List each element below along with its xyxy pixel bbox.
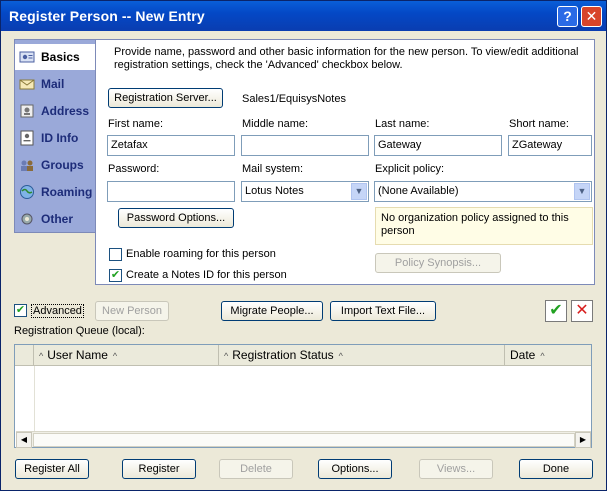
advanced-checkbox[interactable]: ✔ [14, 304, 27, 317]
accept-icon[interactable]: ✔ [545, 300, 567, 322]
instructions-text: Provide name, password and other basic i… [114, 46, 579, 71]
create-notes-id-checkbox[interactable]: ✔ [109, 269, 122, 282]
nav-label: Mail [41, 77, 65, 91]
column-header-blank [15, 345, 34, 365]
address-icon [19, 103, 35, 119]
nav-item-other[interactable]: Other [15, 206, 97, 232]
id-card-icon [19, 130, 35, 146]
user-name-header-label: User Name [47, 348, 108, 362]
nav-item-mail[interactable]: Mail [15, 71, 97, 97]
server-name: Sales1/EquisysNotes [242, 93, 346, 105]
column-header-registration-status[interactable]: ^ Registration Status ^ [220, 345, 505, 365]
sort-arrow-icon: ^ [39, 351, 44, 361]
nav-label: ID Info [41, 131, 79, 145]
last-name-label: Last name: [375, 118, 430, 130]
register-all-button[interactable]: Register All [15, 459, 89, 479]
nav-item-id-info[interactable]: ID Info [15, 125, 97, 151]
password-options-button[interactable]: Password Options... [118, 208, 234, 228]
chevron-down-icon[interactable]: ▼ [574, 183, 590, 200]
sort-arrow-icon: ^ [540, 351, 545, 361]
policy-note: No organization policy assigned to this … [375, 207, 593, 245]
sort-arrow-icon: ^ [224, 351, 229, 361]
mail-system-value: Lotus Notes [245, 185, 304, 197]
nav-item-groups[interactable]: Groups [15, 152, 97, 178]
nav-item-roaming[interactable]: Roaming [15, 179, 97, 205]
column-header-date[interactable]: Date ^ [506, 345, 591, 365]
table-header: ^ User Name ^ ^ Registration Status ^ Date ^ [15, 345, 591, 366]
registration-server-button[interactable]: Registration Server... [108, 88, 223, 108]
column-divider [34, 366, 35, 431]
create-notes-id-label: Create a Notes ID for this person [126, 269, 287, 281]
password-label: Password: [108, 163, 160, 175]
short-name-label: Short name: [509, 118, 569, 130]
short-name-field[interactable]: ZGateway [508, 135, 592, 156]
basics-panel: Provide name, password and other basic i… [95, 39, 595, 285]
globe-icon [19, 184, 35, 200]
register-person-window: Register Person -- New Entry ? ✕ Basics … [0, 0, 607, 491]
nav-label: Roaming [41, 185, 93, 199]
sort-arrow-icon: ^ [112, 351, 118, 361]
migrate-people-button[interactable]: Migrate People... [221, 301, 323, 321]
options-button[interactable]: Options... [318, 459, 392, 479]
title-bar[interactable]: Register Person -- New Entry ? ✕ [1, 1, 606, 31]
envelope-icon [19, 76, 35, 92]
person-card-icon [19, 49, 35, 65]
column-header-user-name[interactable]: ^ User Name ^ [35, 345, 219, 365]
first-name-field[interactable]: Zetafax [107, 135, 235, 156]
group-icon [19, 157, 35, 173]
nav-item-address[interactable]: Address [15, 98, 97, 124]
password-field[interactable] [107, 181, 235, 202]
horizontal-scrollbar[interactable]: ◀ ▶ [16, 431, 591, 448]
window-title: Register Person -- New Entry [9, 8, 205, 24]
nav-label: Groups [41, 158, 84, 172]
scroll-left-icon[interactable]: ◀ [16, 432, 32, 448]
category-nav: Basics Mail Address ID Info Groups Roami… [14, 39, 97, 233]
done-button[interactable]: Done [519, 459, 593, 479]
policy-synopsis-button[interactable]: Policy Synopsis... [375, 253, 501, 273]
new-person-button[interactable]: New Person [95, 301, 169, 321]
explicit-policy-value: (None Available) [378, 185, 459, 197]
mail-system-select[interactable]: Lotus Notes ▼ [241, 181, 369, 202]
nav-item-basics[interactable]: Basics [15, 44, 97, 70]
enable-roaming-checkbox[interactable] [109, 248, 122, 261]
registration-status-header-label: Registration Status [232, 348, 334, 362]
sort-arrow-icon: ^ [338, 351, 343, 361]
explicit-policy-select[interactable]: (None Available) ▼ [374, 181, 592, 202]
nav-label: Basics [41, 50, 80, 64]
middle-name-label: Middle name: [242, 118, 309, 130]
mail-system-label: Mail system: [242, 163, 304, 175]
registration-queue-table[interactable]: ^ User Name ^ ^ Registration Status ^ Date ^ … [14, 344, 592, 448]
views-button[interactable]: Views... [419, 459, 493, 479]
middle-name-field[interactable] [241, 135, 369, 156]
explicit-policy-label: Explicit policy: [375, 163, 445, 175]
help-button[interactable]: ? [557, 6, 578, 27]
register-button[interactable]: Register [122, 459, 196, 479]
nav-label: Address [41, 104, 90, 118]
registration-queue-label: Registration Queue (local): [14, 325, 145, 337]
enable-roaming-label: Enable roaming for this person [126, 248, 276, 260]
last-name-field[interactable]: Gateway [374, 135, 502, 156]
close-button[interactable]: ✕ [581, 6, 602, 27]
nav-label: Other [41, 212, 74, 226]
cancel-icon[interactable]: ✕ [571, 300, 593, 322]
delete-button[interactable]: Delete [219, 459, 293, 479]
advanced-label: Advanced [31, 304, 84, 318]
chevron-down-icon[interactable]: ▼ [351, 183, 367, 200]
gear-icon [19, 211, 35, 227]
first-name-label: First name: [108, 118, 164, 130]
import-text-file-button[interactable]: Import Text File... [330, 301, 436, 321]
scroll-right-icon[interactable]: ▶ [575, 432, 591, 448]
date-header-label: Date [510, 348, 536, 362]
scrollbar-thumb[interactable] [33, 433, 575, 447]
